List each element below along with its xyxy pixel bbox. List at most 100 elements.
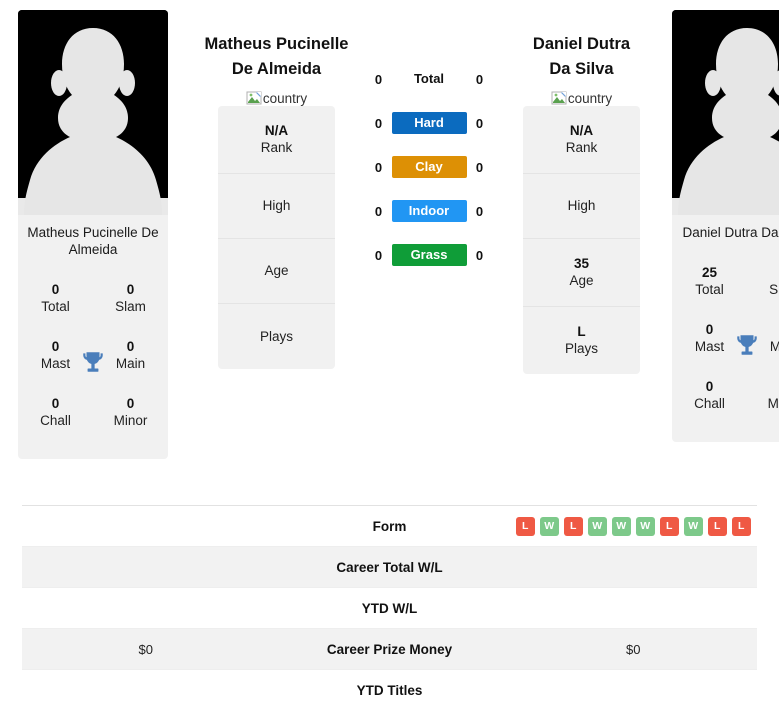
broken-image-icon <box>246 90 262 106</box>
titles-cell: 0 Slam <box>93 270 168 327</box>
left-player-name: Matheus Pucinelle De Almeida <box>205 10 349 82</box>
left-player-card[interactable]: Matheus Pucinelle De Almeida 0 Total 0 S… <box>18 10 168 459</box>
titles-cell: 0 Minor <box>93 384 168 441</box>
titles-cell: 0 Minor <box>747 367 779 424</box>
form-badge-loss[interactable]: L <box>563 516 583 536</box>
titles-label: Chall <box>694 396 725 411</box>
vital-label: Rank <box>565 140 598 155</box>
player-comparison-page: Matheus Pucinelle De Almeida 0 Total 0 S… <box>0 0 779 719</box>
vital-value: N/A <box>569 123 594 138</box>
stat-row-career-total-wl: Career Total W/L <box>22 547 757 588</box>
form-badge-win[interactable]: W <box>635 516 655 536</box>
surface-row-indoor: 0 Indoor 0 <box>349 200 509 222</box>
form-badge-win[interactable]: W <box>611 516 631 536</box>
surface-right-value: 0 <box>475 71 484 87</box>
form-badge-loss[interactable]: L <box>707 516 727 536</box>
titles-cell: 0 Chall <box>18 384 93 441</box>
form-badge-win[interactable]: W <box>587 516 607 536</box>
surface-right-value: 0 <box>475 247 484 263</box>
surface-label-indoor: Indoor <box>391 200 467 222</box>
form-badge-loss[interactable]: L <box>515 516 535 536</box>
stat-label-ytd-titles: YTD Titles <box>356 683 423 698</box>
form-badge-win[interactable]: W <box>683 516 703 536</box>
surface-label-clay: Clay <box>391 156 467 178</box>
surface-label-total: Total <box>413 71 445 86</box>
left-player-name-line2: De Almeida <box>231 60 322 78</box>
left-player-name-line1: Matheus Pucinelle <box>204 35 349 53</box>
vital-label: Age <box>569 273 594 288</box>
vital-label: High <box>262 198 291 213</box>
right-player-name-line1: Daniel Dutra <box>532 35 631 53</box>
stat-label-career-total-wl: Career Total W/L <box>336 559 443 575</box>
right-career-prize-money: $0 <box>626 641 641 657</box>
left-country-label: country <box>262 90 308 106</box>
titles-label: Total <box>41 299 70 314</box>
surface-row-grass: 0 Grass 0 <box>349 244 509 266</box>
head-to-head-stats-table: Form LWLWWWLWLL Career Total W/L YTD W/L… <box>22 505 757 711</box>
right-vitals-panel: N/A Rank High 35 Age L Plays <box>523 106 640 374</box>
vital-row-rank: N/A Rank <box>218 106 335 174</box>
titles-value: 0 <box>51 396 60 411</box>
vital-row-high: High <box>523 174 640 239</box>
left-info-column: Matheus Pucinelle De Almeida country N/A… <box>204 10 349 379</box>
titles-cell: 25 Total <box>672 253 747 310</box>
surface-left-value: 0 <box>374 247 383 263</box>
vital-label: High <box>567 198 596 213</box>
form-badge-loss[interactable]: L <box>659 516 679 536</box>
trophy-icon <box>734 332 760 358</box>
left-player-photo <box>18 10 168 215</box>
right-player-name: Daniel Dutra Da Silva <box>533 10 630 82</box>
right-player-name-line2: Da Silva <box>549 60 614 78</box>
surface-stats-column: 0 Total 0 0 Hard 0 0 Clay 0 0 Indoor 0 0 <box>349 10 509 266</box>
surface-label-hard: Hard <box>391 112 467 134</box>
vital-value: L <box>577 324 586 339</box>
left-country-line: country <box>246 90 307 106</box>
stat-label-form: Form <box>372 518 407 534</box>
form-badge-loss[interactable]: L <box>731 516 751 536</box>
right-form-badges: LWLWWWLWLL <box>510 516 758 536</box>
vital-label: Age <box>264 263 289 278</box>
vital-row-high: High <box>218 174 335 239</box>
left-titles-grid: 0 Total 0 Slam 0 Mast 0 Main 0 Chall 0 M… <box>18 264 168 459</box>
titles-value: 0 <box>51 282 60 297</box>
vital-label: Plays <box>259 328 293 344</box>
titles-label: Slam <box>115 299 146 314</box>
titles-label: Minor <box>113 413 148 428</box>
stat-label-ytd-wl: YTD W/L <box>361 600 418 616</box>
vital-row-rank: N/A Rank <box>523 106 640 174</box>
titles-label: Minor <box>767 396 779 411</box>
surface-right-value: 0 <box>475 115 484 131</box>
titles-label: Slam <box>769 282 779 297</box>
stat-label-career-prize-money: Career Prize Money <box>326 641 453 657</box>
titles-value: 0 <box>749 379 779 395</box>
surface-right-value: 0 <box>475 159 484 175</box>
vital-row-age: Age <box>218 239 335 304</box>
form-badge-win[interactable]: W <box>539 516 559 536</box>
vital-row-plays: L Plays <box>523 307 640 374</box>
right-form-badge-list: LWLWWWLWLL <box>515 516 751 536</box>
right-country-line: country <box>551 90 612 106</box>
left-player-card-name: Matheus Pucinelle De Almeida <box>27 225 159 257</box>
surface-right-value: 0 <box>475 203 484 219</box>
titles-cell: 0 Chall <box>672 367 747 424</box>
surface-row-total: 0 Total 0 <box>349 68 509 90</box>
right-info-column: Daniel Dutra Da Silva country N/A Rank H… <box>509 10 654 384</box>
surface-row-hard: 0 Hard 0 <box>349 112 509 134</box>
right-titles-grid: 25 Total 0 Slam 0 Mast 0 Main 0 Chall <box>672 247 779 442</box>
titles-cell: 0 Total <box>18 270 93 327</box>
left-vitals-panel: N/A Rank High Age Plays <box>218 106 335 369</box>
stat-row-form: Form LWLWWWLWLL <box>22 506 757 547</box>
titles-value: 0 <box>749 265 779 281</box>
surface-row-clay: 0 Clay 0 <box>349 156 509 178</box>
titles-label: Total <box>695 282 724 297</box>
right-player-card[interactable]: Daniel Dutra Da Silva 25 Total 0 Slam 0 … <box>672 10 779 442</box>
vital-row-plays: Plays <box>218 304 335 369</box>
titles-value: 25 <box>701 265 718 280</box>
stat-row-ytd-wl: YTD W/L <box>22 588 757 629</box>
vital-row-age: 35 Age <box>523 239 640 307</box>
surface-left-value: 0 <box>374 71 383 87</box>
vital-value: 35 <box>573 256 590 271</box>
titles-value: 0 <box>126 396 135 411</box>
stat-row-ytd-titles: YTD Titles <box>22 670 757 711</box>
surface-left-value: 0 <box>374 203 383 219</box>
